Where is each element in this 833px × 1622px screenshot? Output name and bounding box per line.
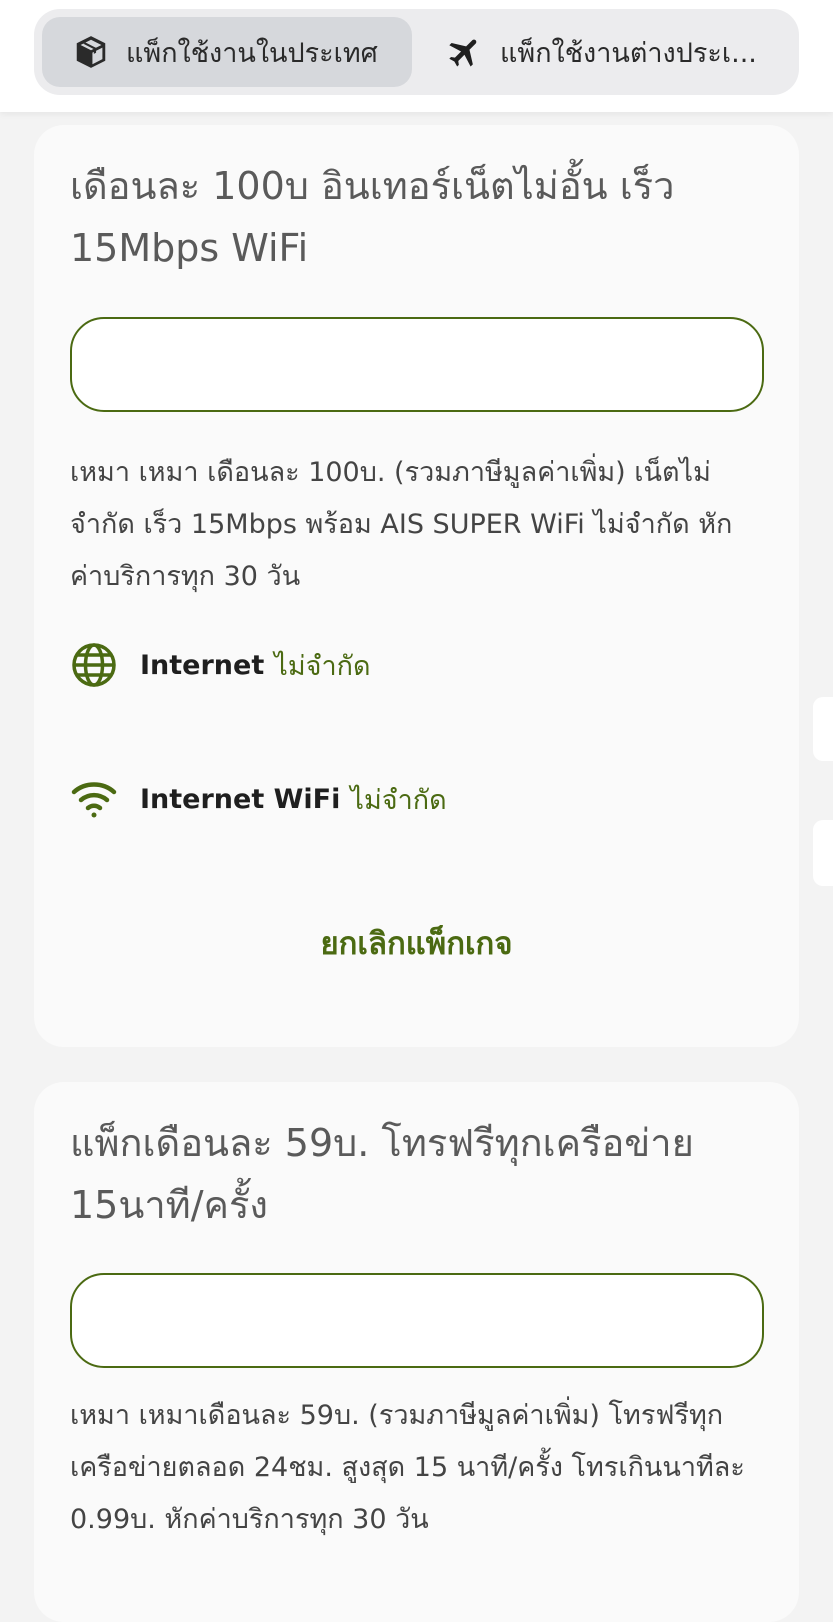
box-icon (72, 32, 112, 72)
tab-domestic-packages[interactable]: แพ็กใช้งานในประเทศ (42, 17, 412, 87)
package-title: เดือนละ 100บ อินเทอร์เน็ตไม่อั้น เร็ว 15… (70, 164, 675, 270)
feature-label: Internet WiFi (140, 783, 341, 815)
package-card: แพ็กเดือนละ 59บ. โทรฟรีทุกเครือข่าย 15นา… (34, 1082, 799, 1622)
wifi-icon (70, 775, 118, 823)
side-handle (813, 820, 833, 886)
package-description: เหมา เหมาเดือนละ 59บ. (รวมภาษีมูลค่าเพิ่… (70, 1400, 745, 1535)
feature-label: Internet (140, 649, 265, 681)
globe-icon (70, 641, 118, 689)
top-bar: แพ็กใช้งานในประเทศ แพ็กใช้งานต่างประเ... (0, 0, 833, 112)
package-price-box (70, 1273, 764, 1368)
package-card: เดือนละ 100บ อินเทอร์เน็ตไม่อั้น เร็ว 15… (34, 125, 799, 1047)
feature-value: ไม่จำกัด (274, 650, 371, 682)
package-tabs: แพ็กใช้งานในประเทศ แพ็กใช้งานต่างประเ... (34, 9, 799, 95)
package-title: แพ็กเดือนละ 59บ. โทรฟรีทุกเครือข่าย 15นา… (70, 1121, 694, 1227)
airplane-icon (446, 32, 486, 72)
package-description: เหมา เหมา เดือนละ 100บ. (รวมภาษีมูลค่าเพ… (70, 457, 733, 592)
tab-international-packages[interactable]: แพ็กใช้งานต่างประเ... (412, 17, 787, 87)
cancel-package-button[interactable]: ยกเลิกแพ็กเกจ (34, 918, 799, 968)
side-handle (813, 697, 833, 761)
tab-label: แพ็กใช้งานในประเทศ (126, 37, 378, 69)
feature-wifi: Internet WiFi ไม่จำกัด (70, 775, 447, 823)
package-price-box (70, 317, 764, 412)
feature-internet: Internet ไม่จำกัด (70, 641, 371, 689)
feature-value: ไม่จำกัด (350, 784, 447, 816)
tab-label: แพ็กใช้งานต่างประเ... (500, 37, 757, 69)
